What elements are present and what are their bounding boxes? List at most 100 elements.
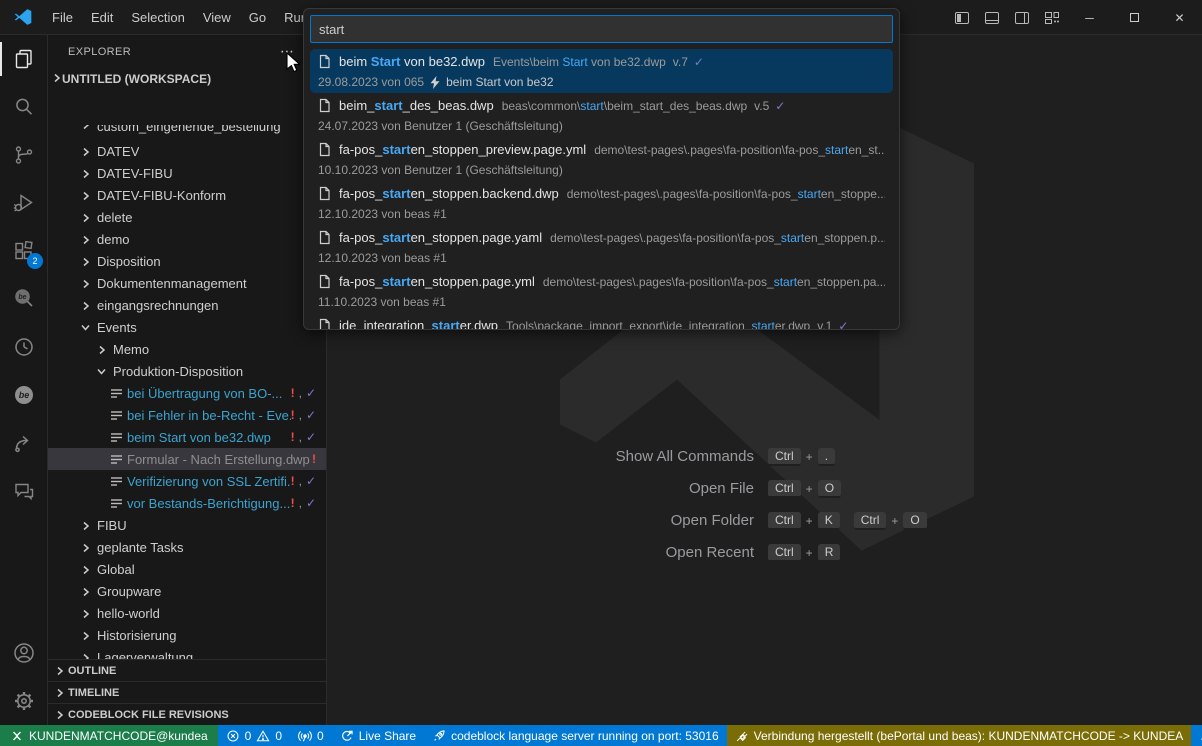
tree-item-folder[interactable]: DATEV (48, 140, 326, 162)
warning-triangle-icon (256, 729, 270, 743)
file-icon (318, 274, 333, 289)
tree-item-folder[interactable]: geplante Tasks (48, 536, 326, 558)
explorer-sidebar: EXPLORER ⋯ UNTITLED (WORKSPACE) custom_e… (48, 35, 327, 725)
beas-search-icon: be (11, 286, 37, 312)
rocket-icon (432, 729, 446, 743)
file-icon (318, 142, 333, 157)
tree-item-folder[interactable]: custom_eingehende_bestellung (48, 125, 326, 140)
tree-item-folder[interactable]: Memo (48, 338, 326, 360)
activity-bar: 2 be be (0, 35, 48, 725)
tree-item-file[interactable]: beim Start von be32.dwp!,✓ (48, 426, 326, 448)
activitybar-explorer[interactable] (0, 35, 48, 83)
tree-item-folder[interactable]: Dokumentenmanagement (48, 272, 326, 294)
activitybar-live-share[interactable] (0, 419, 48, 467)
chevron-right-icon (94, 344, 110, 355)
quick-open-result[interactable]: fa-pos_starten_stoppen_preview.page.ymld… (310, 137, 893, 181)
tree-item-folder-expanded[interactable]: Produktion-Disposition (48, 360, 326, 382)
tree-item-folder[interactable]: Disposition (48, 250, 326, 272)
activitybar-comments[interactable] (0, 467, 48, 515)
chevron-right-icon (78, 146, 94, 157)
tree-item-folder[interactable]: Groupware (48, 580, 326, 602)
section-timeline[interactable]: TIMELINE (48, 681, 326, 703)
quick-open-result[interactable]: fa-pos_starten_stoppen.backend.dwpdemo\t… (310, 181, 893, 225)
customize-layout-icon[interactable] (1037, 4, 1067, 32)
toggle-secondary-sidebar-icon[interactable] (1007, 4, 1037, 32)
menu-go[interactable]: Go (240, 6, 275, 29)
live-share-button[interactable]: Live Share (332, 725, 424, 746)
menu-file[interactable]: File (43, 6, 82, 29)
zap-icon (430, 76, 440, 89)
maximize-button[interactable] (1112, 0, 1157, 35)
connection-status[interactable]: Verbindung hergestellt (bePortal und bea… (727, 725, 1192, 746)
tree-item-file-selected[interactable]: Formular - Nach Erstellung.dwp! (48, 448, 326, 470)
file-decorations: ! (312, 452, 316, 466)
quick-open-result-selected[interactable]: beim Start von be32.dwpEvents\beim Start… (310, 49, 893, 93)
broadcast-indicator[interactable]: 0 (290, 725, 332, 746)
tree-item-folder[interactable]: delete (48, 206, 326, 228)
section-outline[interactable]: OUTLINE (48, 659, 326, 681)
tree-item-folder[interactable]: Global (48, 558, 326, 580)
menu-selection[interactable]: Selection (122, 6, 193, 29)
chevron-down-icon (52, 72, 62, 86)
list-file-icon (108, 431, 124, 444)
extensions-badge: 2 (27, 253, 43, 269)
shortcut-keys: Ctrl+O (768, 480, 927, 498)
chevron-right-icon (78, 542, 94, 553)
tree-item-folder[interactable]: demo (48, 228, 326, 250)
chevron-right-icon (78, 125, 94, 130)
activitybar-history[interactable] (0, 323, 48, 371)
clock-history-icon (12, 335, 36, 359)
problems-indicator[interactable]: 0 0 (218, 725, 290, 746)
svg-text:be: be (18, 294, 26, 301)
tree-item-file[interactable]: vor Bestands-Berichtigung....!,✓ (48, 492, 326, 514)
tree-item-file[interactable]: bei Übertragung von BO-...!,✓ (48, 382, 326, 404)
toggle-sidebar-icon[interactable] (947, 4, 977, 32)
tree-item-folder[interactable]: Lagerverwaltung (48, 646, 326, 659)
shortcut-label: Open File (582, 479, 754, 498)
tree-item-folder-expanded[interactable]: Events (48, 316, 326, 338)
quick-open-result[interactable]: fa-pos_starten_stoppen.page.ymldemo\test… (310, 269, 893, 313)
file-decorations: !,✓ (291, 474, 316, 488)
close-button[interactable]: ✕ (1157, 0, 1202, 35)
minimize-button[interactable]: ─ (1067, 0, 1112, 35)
activitybar-account[interactable] (0, 629, 48, 677)
chevron-right-icon (78, 234, 94, 245)
vscode-logo-icon (13, 7, 33, 27)
share-arrow-icon (12, 431, 36, 455)
tree-item-folder[interactable]: DATEV-FIBU-Konform (48, 184, 326, 206)
tree-item-folder[interactable]: Historisierung (48, 624, 326, 646)
remote-indicator[interactable]: KUNDENMATCHCODE@kundea (0, 725, 218, 746)
activitybar-search[interactable] (0, 83, 48, 131)
menu-edit[interactable]: Edit (82, 6, 122, 29)
language-server-status[interactable]: codeblock language server running on por… (424, 725, 727, 746)
quick-open-result[interactable]: fa-pos_starten_stoppen.page.yamldemo\tes… (310, 225, 893, 269)
quick-open-result[interactable]: beim_start_des_beas.dwpbeas\common\start… (310, 93, 893, 137)
activitybar-source-control[interactable] (0, 131, 48, 179)
section-codeblock-file-revisions[interactable]: CODEBLOCK FILE REVISIONS (48, 703, 326, 725)
shortcut-keys: Ctrl+. (768, 448, 927, 466)
tree-item-file[interactable]: bei Fehler in be-Recht - Eve...!,✓ (48, 404, 326, 426)
activitybar-settings[interactable] (0, 677, 48, 725)
activitybar-run-debug[interactable] (0, 179, 48, 227)
menu-view[interactable]: View (194, 6, 240, 29)
chevron-right-icon (78, 300, 94, 311)
file-decorations: !,✓ (291, 408, 316, 422)
explorer-title: EXPLORER (68, 46, 131, 58)
tree-item-folder[interactable]: DATEV-FIBU (48, 162, 326, 184)
toggle-panel-icon[interactable] (977, 4, 1007, 32)
activitybar-beas-search[interactable]: be (0, 275, 48, 323)
quick-open-input[interactable] (310, 15, 893, 43)
quick-open-result[interactable]: ide_integration_starter.dwpTools\package… (310, 313, 893, 330)
watermark-shortcuts: Show All Commands Ctrl+. Open File Ctrl+… (582, 447, 927, 562)
tree-item-folder[interactable]: hello-world (48, 602, 326, 624)
tree-item-folder[interactable]: FIBU (48, 514, 326, 536)
activitybar-extensions[interactable]: 2 (0, 227, 48, 275)
tree-item-folder[interactable]: eingangsrechnungen (48, 294, 326, 316)
tree-item-file[interactable]: Verifizierung von SSL Zertifi...!,✓ (48, 470, 326, 492)
check-icon: ✓ (694, 55, 704, 69)
chevron-right-icon (78, 564, 94, 575)
shortcut-keys: Ctrl+KCtrl+O (768, 512, 927, 530)
activitybar-beas[interactable]: be (0, 371, 48, 419)
chevron-right-icon (52, 687, 68, 698)
notifications-button[interactable] (1191, 725, 1202, 746)
